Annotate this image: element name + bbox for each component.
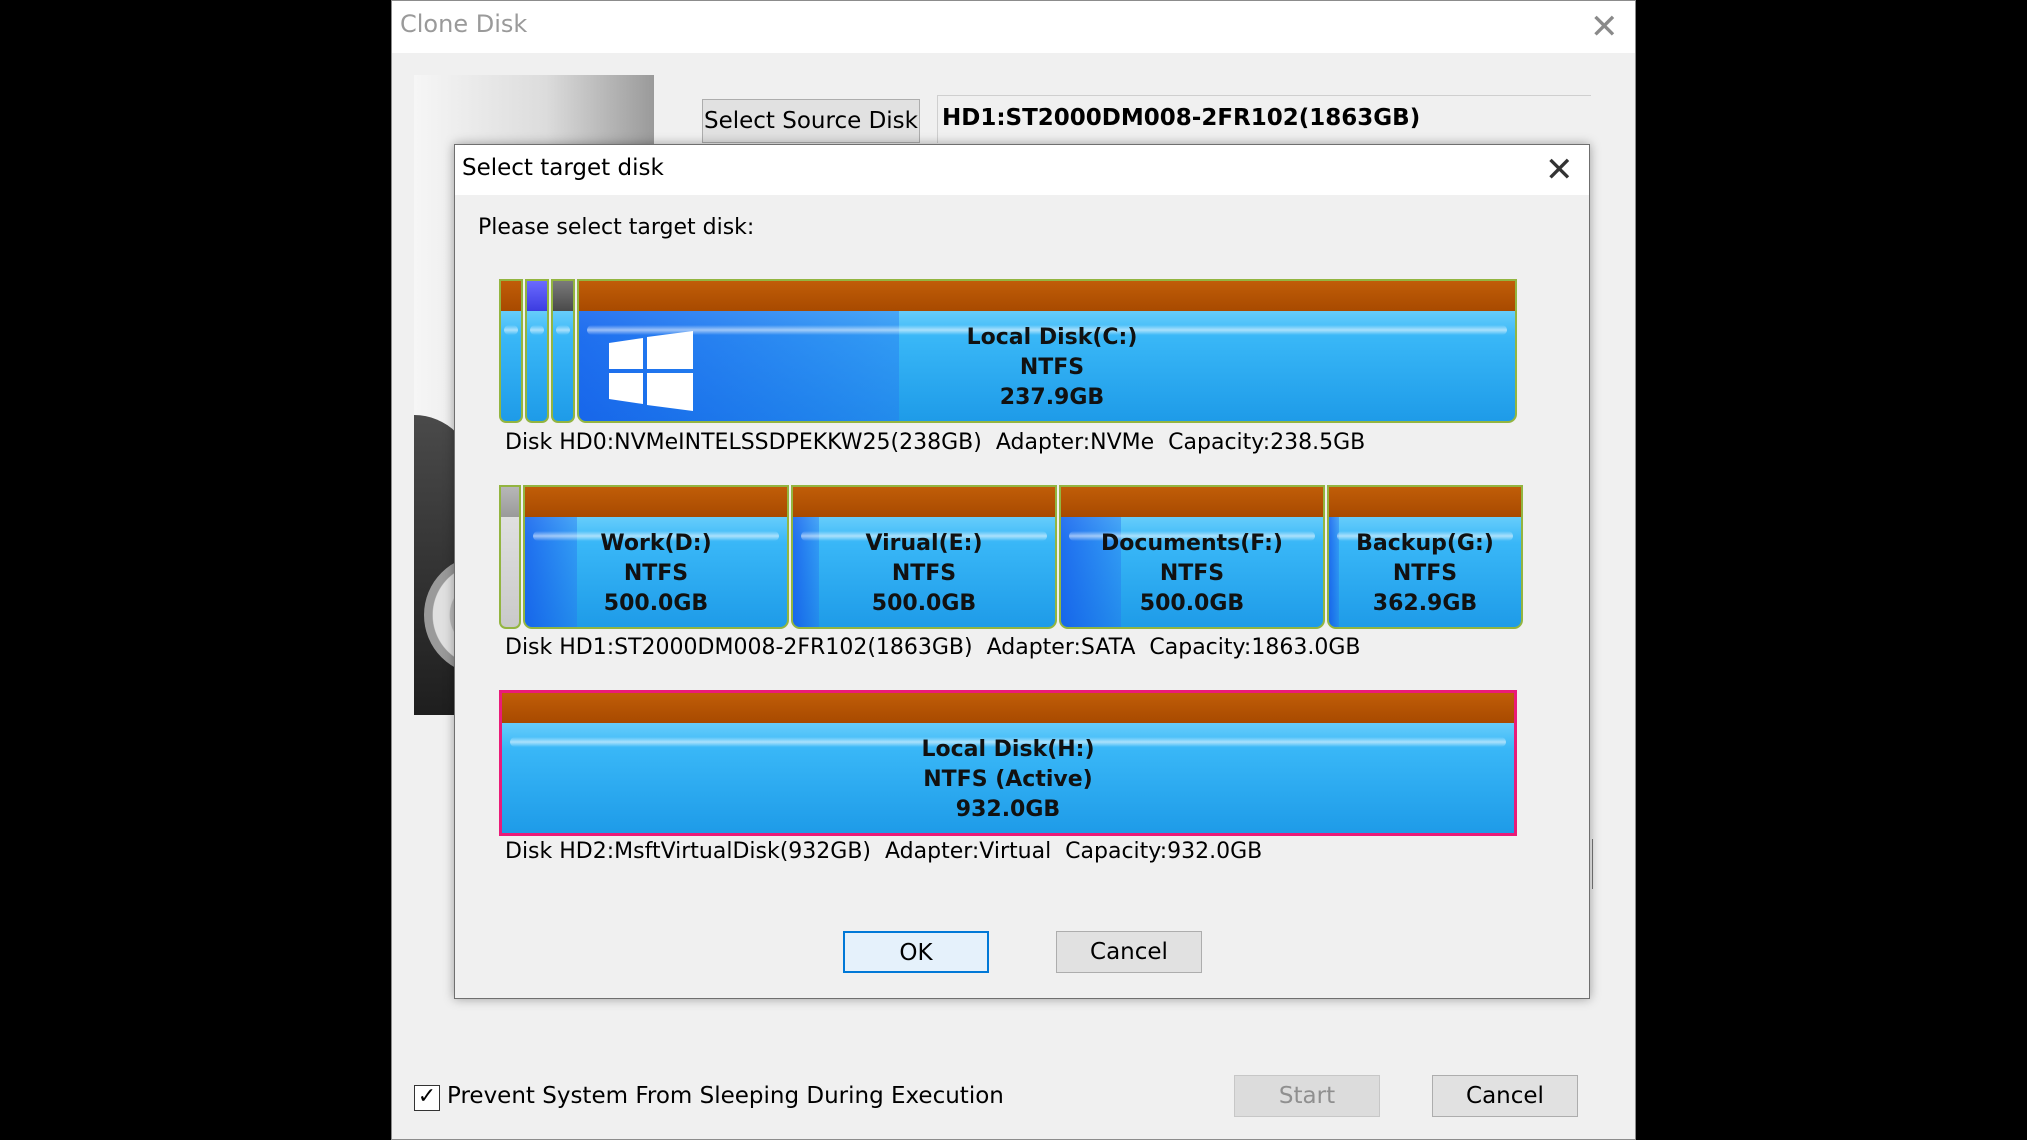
partition-local-disk-h[interactable]: Local Disk(H:) NTFS (Active) 932.0GB: [502, 693, 1514, 833]
dialog-cancel-button[interactable]: Cancel: [1056, 931, 1202, 973]
hidden-partition-1[interactable]: [499, 279, 523, 423]
partition-name: Work(D:): [600, 531, 712, 556]
disk-info-hd0: Disk HD0:NVMeINTELSSDPEKKW25(238GB) Adap…: [505, 430, 1366, 455]
partition-label: Backup(G:) NTFS 362.9GB: [1329, 529, 1521, 619]
checkmark-icon: ✓: [417, 1084, 437, 1109]
prevent-sleep-label[interactable]: Prevent System From Sleeping During Exec…: [447, 1083, 1004, 1109]
partition-documents-f[interactable]: Documents(F:) NTFS 500.0GB: [1059, 485, 1325, 629]
prevent-sleep-checkbox[interactable]: ✓: [414, 1085, 440, 1111]
partition-virual-e[interactable]: Virual(E:) NTFS 500.0GB: [791, 485, 1057, 629]
disk-info-hd2: Disk HD2:MsftVirtualDisk(932GB) Adapter:…: [505, 839, 1263, 864]
partition-backup-g[interactable]: Backup(G:) NTFS 362.9GB: [1327, 485, 1523, 629]
partition-label: Work(D:) NTFS 500.0GB: [525, 529, 787, 619]
partition-label: Local Disk(H:) NTFS (Active) 932.0GB: [502, 735, 1514, 825]
ok-button[interactable]: OK: [843, 931, 989, 973]
disk-map-hd1[interactable]: Work(D:) NTFS 500.0GB Virual(E:) NTFS 50…: [499, 485, 1523, 629]
partition-label: Documents(F:) NTFS 500.0GB: [1061, 529, 1323, 619]
select-target-disk-dialog: Select target disk ✕ Please select targe…: [454, 144, 1590, 999]
partition-name: Virual(E:): [865, 531, 983, 556]
partition-name: Local Disk(H:): [921, 737, 1095, 762]
dialog-titlebar[interactable]: Select target disk ✕: [455, 145, 1589, 195]
partition-size: 500.0GB: [1139, 591, 1245, 616]
partition-size: 932.0GB: [955, 797, 1061, 822]
partition-name: Local Disk(C:): [966, 325, 1138, 350]
disk-info-hd1: Disk HD1:ST2000DM008-2FR102(1863GB) Adap…: [505, 635, 1361, 660]
select-source-disk-button[interactable]: Select Source Disk: [702, 99, 920, 143]
partition-label: Virual(E:) NTFS 500.0GB: [793, 529, 1055, 619]
select-prompt: Please select target disk:: [478, 215, 755, 240]
disk-map-hd0[interactable]: Local Disk(C:) NTFS 237.9GB: [499, 279, 1517, 423]
partition-name: Documents(F:): [1101, 531, 1283, 556]
partition-label: Local Disk(C:) NTFS 237.9GB: [589, 323, 1515, 413]
partition-size: 237.9GB: [999, 385, 1105, 410]
partition-fs: NTFS (Active): [923, 767, 1093, 792]
clone-disk-titlebar[interactable]: Clone Disk ✕: [392, 1, 1635, 53]
partition-fs: NTFS: [1019, 355, 1085, 380]
partition-fs: NTFS: [891, 561, 957, 586]
partition-size: 500.0GB: [871, 591, 977, 616]
partition-fs: NTFS: [1392, 561, 1458, 586]
start-button[interactable]: Start: [1234, 1075, 1380, 1117]
partition-name: Backup(G:): [1356, 531, 1494, 556]
partition-work-d[interactable]: Work(D:) NTFS 500.0GB: [523, 485, 789, 629]
unallocated-partition[interactable]: [499, 485, 521, 629]
partition-fs: NTFS: [623, 561, 689, 586]
hidden-partition-2[interactable]: [525, 279, 549, 423]
clone-cancel-button[interactable]: Cancel: [1432, 1075, 1578, 1117]
window-title: Clone Disk: [400, 10, 528, 38]
close-icon[interactable]: ✕: [1545, 153, 1574, 187]
dialog-title: Select target disk: [462, 155, 664, 181]
partition-size: 362.9GB: [1372, 591, 1478, 616]
selected-disk-outline[interactable]: Local Disk(H:) NTFS (Active) 932.0GB: [499, 690, 1517, 836]
partition-local-disk-c[interactable]: Local Disk(C:) NTFS 237.9GB: [577, 279, 1517, 423]
partition-fs: NTFS: [1159, 561, 1225, 586]
hidden-partition-3[interactable]: [551, 279, 575, 423]
partition-size: 500.0GB: [603, 591, 709, 616]
source-disk-field: HD1:ST2000DM008-2FR102(1863GB): [937, 95, 1591, 143]
close-icon[interactable]: ✕: [1590, 10, 1619, 44]
